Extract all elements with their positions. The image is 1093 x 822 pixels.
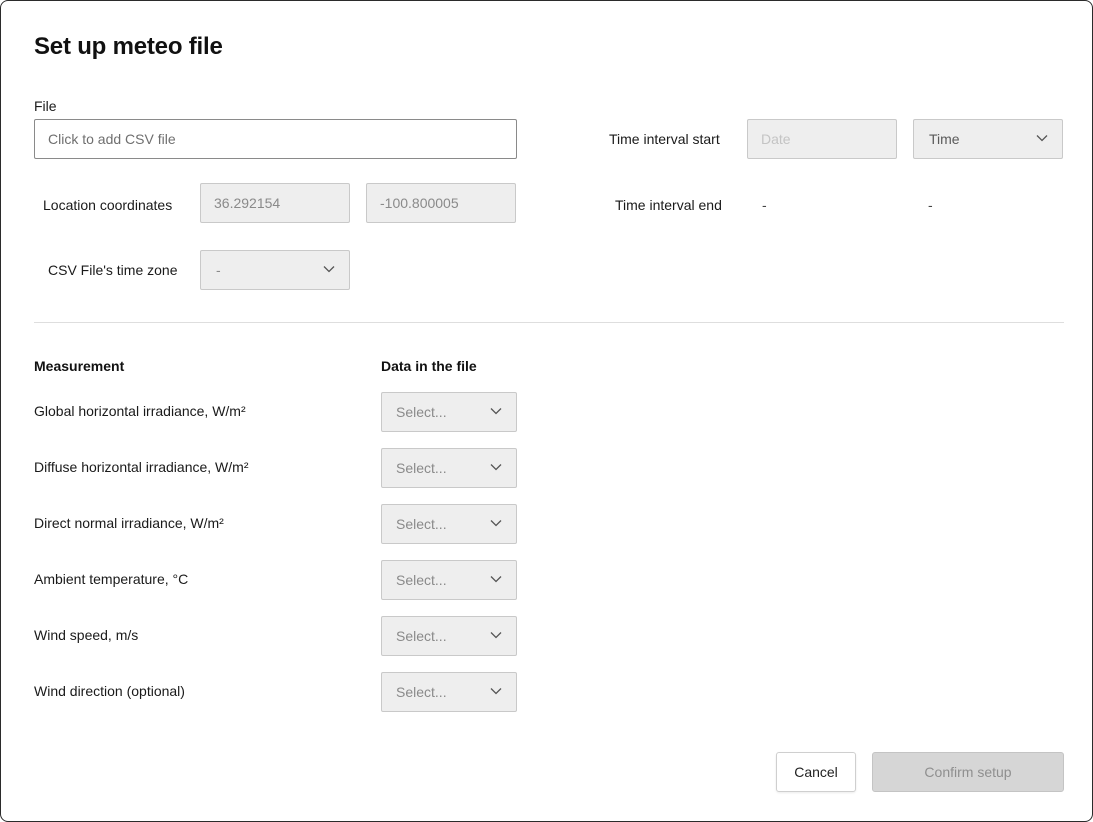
select-value: Select...	[396, 516, 447, 532]
start-time-value: Time	[929, 131, 960, 147]
latitude-value: 36.292154	[214, 195, 281, 211]
chevron-down-icon	[490, 463, 502, 471]
select-value: Select...	[396, 460, 447, 476]
select-value: Select...	[396, 404, 447, 420]
start-date-placeholder: Date	[761, 131, 791, 147]
confirm-setup-button[interactable]: Confirm setup	[872, 752, 1064, 792]
timezone-value: -	[216, 262, 221, 278]
time-interval-start-label: Time interval start	[609, 131, 720, 147]
chevron-down-icon	[490, 519, 502, 527]
location-coordinates-label: Location coordinates	[43, 197, 173, 213]
dni-column-select[interactable]: Select...	[381, 504, 517, 544]
temperature-column-select[interactable]: Select...	[381, 560, 517, 600]
timezone-label: CSV File's time zone	[48, 262, 178, 278]
chevron-down-icon	[1036, 134, 1048, 142]
data-column-header: Data in the file	[381, 358, 477, 374]
start-time-select[interactable]: Time	[913, 119, 1063, 159]
chevron-down-icon	[490, 407, 502, 415]
file-label: File	[34, 98, 57, 114]
select-value: Select...	[396, 572, 447, 588]
measurement-label-dhi: Diffuse horizontal irradiance, W/m²	[34, 459, 249, 475]
ghi-column-select[interactable]: Select...	[381, 392, 517, 432]
file-input[interactable]: Click to add CSV file	[34, 119, 517, 159]
end-time-value: -	[928, 197, 933, 213]
latitude-input[interactable]: 36.292154	[200, 183, 350, 223]
measurement-label-wind-direction: Wind direction (optional)	[34, 683, 185, 699]
time-interval-end-label: Time interval end	[615, 197, 722, 213]
dhi-column-select[interactable]: Select...	[381, 448, 517, 488]
cancel-button[interactable]: Cancel	[776, 752, 856, 792]
longitude-input[interactable]: -100.800005	[366, 183, 516, 223]
wind-speed-column-select[interactable]: Select...	[381, 616, 517, 656]
file-input-placeholder: Click to add CSV file	[48, 131, 176, 147]
chevron-down-icon	[490, 687, 502, 695]
end-date-value: -	[762, 197, 767, 213]
start-date-input[interactable]: Date	[747, 119, 897, 159]
measurement-label-temperature: Ambient temperature, °C	[34, 571, 189, 587]
longitude-value: -100.800005	[380, 195, 459, 211]
section-divider	[34, 322, 1064, 323]
measurement-label-ghi: Global horizontal irradiance, W/m²	[34, 403, 246, 419]
chevron-down-icon	[490, 631, 502, 639]
timezone-select[interactable]: -	[200, 250, 350, 290]
chevron-down-icon	[323, 265, 335, 273]
dialog-title: Set up meteo file	[34, 33, 223, 60]
wind-direction-column-select[interactable]: Select...	[381, 672, 517, 712]
measurement-label-dni: Direct normal irradiance, W/m²	[34, 515, 224, 531]
setup-meteo-dialog: Set up meteo file File Click to add CSV …	[0, 0, 1093, 822]
chevron-down-icon	[490, 575, 502, 583]
select-value: Select...	[396, 684, 447, 700]
measurement-column-header: Measurement	[34, 358, 125, 374]
measurement-label-wind-speed: Wind speed, m/s	[34, 627, 139, 643]
select-value: Select...	[396, 628, 447, 644]
